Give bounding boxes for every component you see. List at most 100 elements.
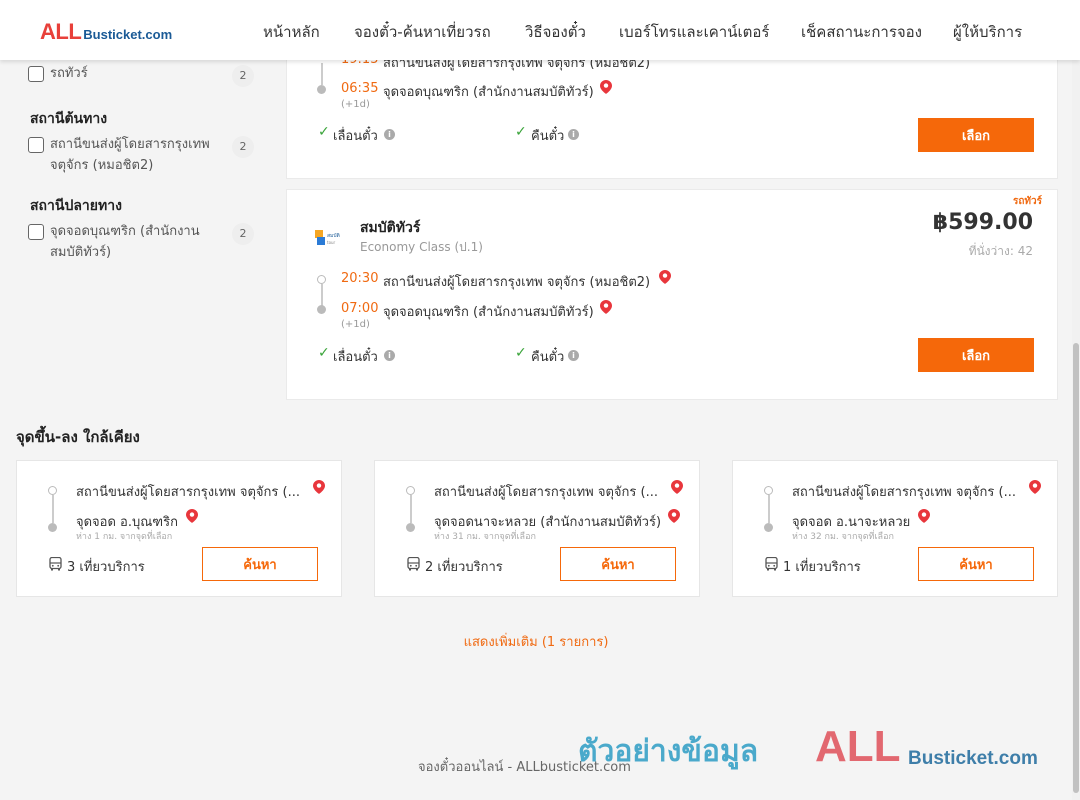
dest-label-line1: จุดจอดบุณฑริก (สำนักงาน [50,224,200,239]
search-button[interactable]: ค้นหา [560,547,676,581]
feature-refund: คืนตั๋ว [531,350,565,365]
arrival-time: 06:35 [341,81,379,96]
map-pin-icon[interactable] [1029,480,1041,494]
origin-checkbox[interactable] [28,137,44,153]
map-pin-icon[interactable] [186,509,198,523]
map-pin-icon[interactable] [668,509,680,523]
watermark-logo-busticket: Busticket.com [908,748,1038,769]
nav-operators[interactable]: ผู้ให้บริการ [953,20,1022,44]
info-icon[interactable]: i [384,350,395,361]
feature-reschedule: เลื่อนตั๋ว [333,129,378,144]
departure-time: 20:30 [341,271,379,286]
origin-station-title: สถานีต้นทาง [30,111,108,127]
watermark-logo-all: ALL [815,722,901,771]
next-day-note: (+1d) [341,319,370,330]
from-stop: สถานีขนส่งผู้โดยสารกรุงเทพ จตุจักร (... [76,485,300,500]
watermark-sample-text: ตัวอย่างข้อมูล [578,734,759,769]
page-scrollbar[interactable] [1072,60,1080,800]
ticket-price: ฿599.00 [932,210,1033,235]
arrival-dot [317,85,326,94]
nearby-card: สถานีขนส่งผู้โดยสารกรุงเทพ จตุจักร (... … [16,460,342,597]
search-button[interactable]: ค้นหา [918,547,1034,581]
search-button[interactable]: ค้นหา [202,547,318,581]
from-stop: สถานีขนส่งผู้โดยสารกรุงเทพ จตุจักร (... [792,485,1016,500]
check-icon: ✓ [515,124,527,140]
dest-station-title: สถานีปลายทาง [30,198,122,214]
tour-label: รถทัวร์ [50,66,88,81]
map-pin-icon[interactable] [600,80,612,94]
next-day-note: (+1d) [341,99,370,110]
to-dot [764,523,773,532]
operator-name: สมบัติทัวร์ [360,220,421,236]
from-stop: สถานีขนส่งผู้โดยสารกรุงเทพ จตุจักร (... [434,485,658,500]
show-more-link[interactable]: แสดงเพิ่มเติม (1 รายการ) [0,631,1072,652]
nav-home[interactable]: หน้าหลัก [263,20,320,44]
bus-class: Economy Class (ป.1) [360,240,483,254]
from-dot [48,486,57,495]
tour-count-badge: 2 [232,65,254,87]
trip-count: 2 เที่ยวบริการ [425,560,503,575]
origin-label-line2: จตุจักร (หมอชิต2) [50,158,154,173]
trip-count: 3 เที่ยวบริการ [67,560,145,575]
to-dot [406,523,415,532]
map-pin-icon[interactable] [671,480,683,494]
route-line [768,495,770,523]
site-logo[interactable]: ALL Busticket.com [40,19,172,45]
trip-card: รถทัวร์ สมบัติ tour สมบัติทัวร์ Economy … [286,189,1058,400]
info-icon[interactable]: i [568,129,579,140]
route-line [410,495,412,523]
map-pin-icon[interactable] [659,270,671,284]
dest-count-badge: 2 [232,223,254,245]
select-trip-button[interactable]: เลือก [918,118,1034,152]
svg-text:tour: tour [327,240,336,245]
check-icon: ✓ [318,124,330,140]
origin-label-line1: สถานีขนส่งผู้โดยสารกรุงเทพ [50,137,210,152]
origin-count-badge: 2 [232,136,254,158]
arrival-stop: จุดจอดบุณฑริก (สำนักงานสมบัติทัวร์) [383,305,594,320]
nav-how-to-book[interactable]: วิธีจองตั๋ว [525,20,586,44]
operator-logo: สมบัติ tour [315,230,340,245]
distance-note: ห่าง 1 กม. จากจุดที่เลือก [76,532,173,542]
departure-stop: สถานีขนส่งผู้โดยสารกรุงเทพ จตุจักร (หมอช… [383,275,651,290]
seats-available: ที่นั่งว่าง: 42 [968,244,1033,258]
bus-icon [765,557,778,571]
feature-refund: คืนตั๋ว [531,129,565,144]
nav-check-status[interactable]: เช็คสถานะการจอง [801,20,922,44]
info-icon[interactable]: i [384,129,395,140]
bus-icon [407,557,420,571]
nav-book-search[interactable]: จองตั๋ว-ค้นหาเที่ยวรถ [354,20,491,44]
distance-note: ห่าง 31 กม. จากจุดที่เลือก [434,532,536,542]
check-icon: ✓ [515,345,527,361]
to-dot [48,523,57,532]
dest-checkbox[interactable] [28,224,44,240]
arrival-time: 07:00 [341,301,379,316]
logo-all-text: ALL [40,19,82,44]
scrollbar-thumb[interactable] [1073,343,1079,793]
map-pin-icon[interactable] [600,300,612,314]
route-line [321,284,323,306]
feature-reschedule: เลื่อนตั๋ว [333,350,378,365]
from-dot [764,486,773,495]
trip-count: 1 เที่ยวบริการ [783,560,861,575]
select-trip-button[interactable]: เลือก [918,338,1034,372]
arrival-stop: จุดจอดบุณฑริก (สำนักงานสมบัติทัวร์) [383,85,594,100]
nearby-card: สถานีขนส่งผู้โดยสารกรุงเทพ จตุจักร (... … [732,460,1058,597]
departure-dot [317,275,326,284]
map-pin-icon[interactable] [918,509,930,523]
arrival-dot [317,305,326,314]
nearby-stops-title: จุดขึ้น-ลง ใกล้เคียง [16,428,140,446]
trip-card: 19:15 สถานีขนส่งผู้โดยสารกรุงเทพ จตุจักร… [286,40,1058,179]
route-line [52,495,54,523]
nearby-card: สถานีขนส่งผู้โดยสารกรุงเทพ จตุจักร (... … [374,460,700,597]
route-line [321,63,323,85]
nav-phone-counters[interactable]: เบอร์โทรและเคาน์เตอร์ [619,20,769,44]
check-icon: ✓ [318,345,330,361]
map-pin-icon[interactable] [313,480,325,494]
info-icon[interactable]: i [568,350,579,361]
bus-icon [49,557,62,571]
bus-type-tag: รถทัวร์ [1013,196,1043,207]
from-dot [406,486,415,495]
logo-busticket-text: Busticket.com [83,27,173,42]
distance-note: ห่าง 32 กม. จากจุดที่เลือก [792,532,894,542]
tour-checkbox[interactable] [28,66,44,82]
